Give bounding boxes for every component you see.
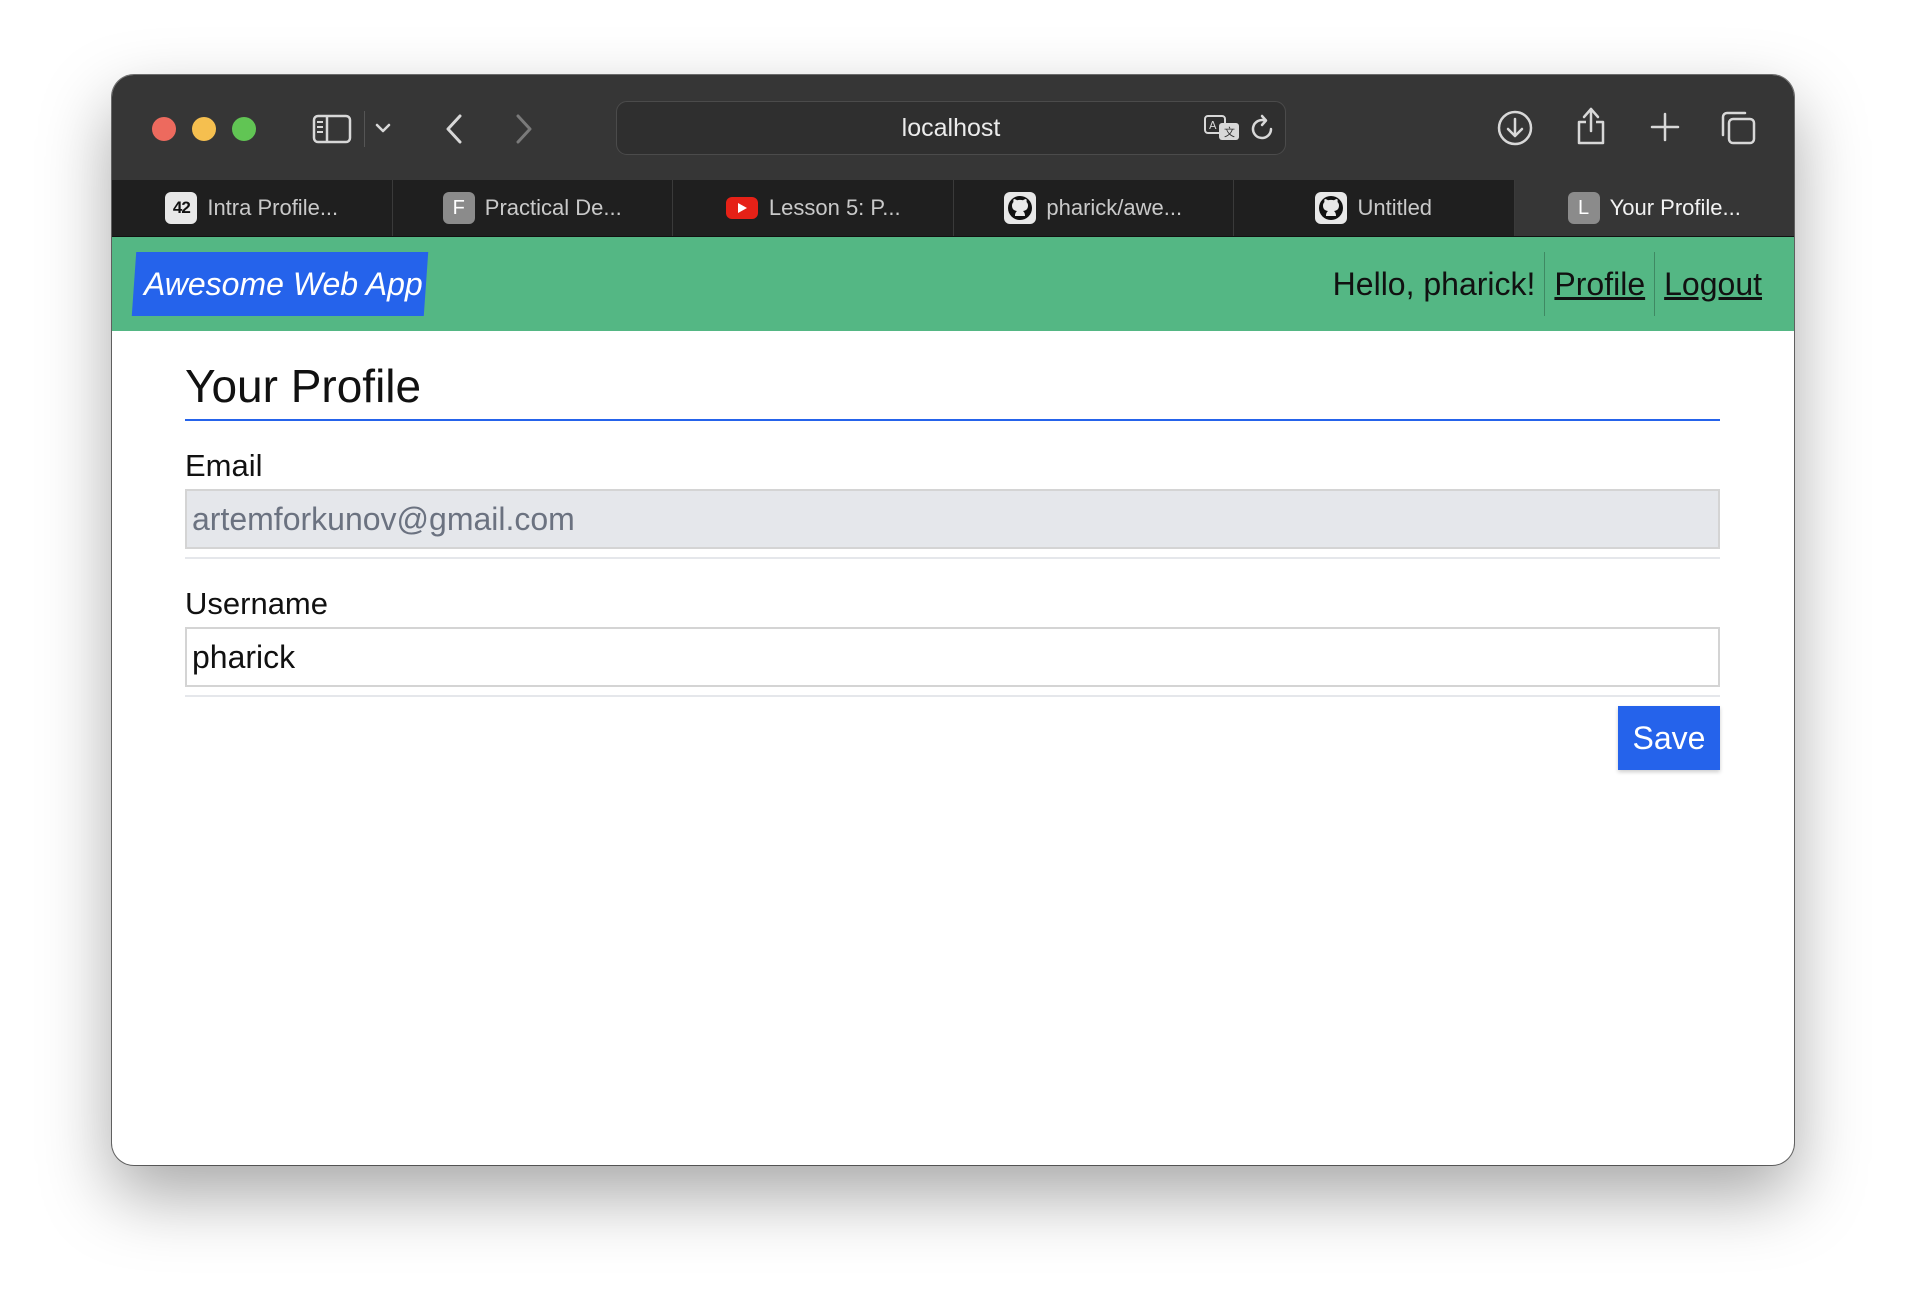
tab-label: pharick/awe... — [1046, 195, 1183, 220]
github-icon — [1315, 192, 1348, 224]
tab-label: Your Profile... — [1609, 195, 1741, 220]
greeting-text: Hello, pharick! — [1332, 265, 1536, 302]
translate-icon[interactable]: A文 — [1203, 114, 1243, 144]
download-icon[interactable] — [1496, 109, 1534, 147]
chevron-right-icon[interactable] — [512, 111, 536, 147]
sidebar-icon[interactable] — [312, 113, 352, 145]
github-icon — [1004, 192, 1037, 224]
tab-bar: 42 Intra Profile... F Practical De... Le… — [112, 180, 1794, 237]
address-bar[interactable]: localhost A文 — [616, 101, 1286, 155]
brand-text: Awesome Web App — [144, 266, 423, 302]
tab-your-profile[interactable]: L Your Profile... — [1514, 180, 1794, 236]
page-title: Your Profile — [185, 357, 1720, 421]
field-divider — [185, 557, 1720, 559]
app-navbar: Awesome Web App Hello, pharick! Profile … — [112, 237, 1794, 331]
letter-f-icon: F — [442, 192, 475, 224]
tab-overview-icon[interactable] — [1718, 109, 1758, 147]
tab-label: Untitled — [1357, 195, 1433, 220]
browser-window: localhost A文 42 Intra Profile... F Pract… — [112, 75, 1794, 1165]
close-window-button[interactable] — [152, 117, 176, 141]
url-text[interactable]: localhost — [617, 114, 1285, 143]
profile-link[interactable]: Profile — [1554, 266, 1645, 303]
zoom-window-button[interactable] — [232, 117, 256, 141]
tab-intra-profile[interactable]: 42 Intra Profile... — [112, 180, 393, 236]
tab-label: Lesson 5: P... — [768, 195, 901, 220]
nav-right: Hello, pharick! Profile Logout — [1333, 249, 1762, 319]
svg-text:A: A — [1209, 119, 1217, 132]
brand-logo[interactable]: Awesome Web App — [131, 252, 429, 316]
tab-label: Intra Profile... — [207, 195, 339, 220]
username-label: Username — [185, 586, 328, 621]
minimize-window-button[interactable] — [192, 117, 216, 141]
profile-form: Email Username Save — [185, 449, 1720, 777]
42-logo-icon: 42 — [165, 192, 198, 224]
main-content: Your Profile Email Username Save — [185, 331, 1720, 777]
nav-divider — [1654, 252, 1656, 316]
tab-practical-de[interactable]: F Practical De... — [393, 180, 673, 236]
tab-pharick-awe[interactable]: pharick/awe... — [954, 180, 1234, 236]
email-label: Email — [185, 448, 263, 483]
logout-link[interactable]: Logout — [1664, 266, 1762, 303]
reload-icon[interactable] — [1249, 114, 1277, 144]
youtube-icon — [725, 192, 759, 224]
username-field[interactable] — [185, 627, 1720, 687]
letter-l-icon: L — [1567, 192, 1600, 224]
share-icon[interactable] — [1574, 103, 1608, 147]
browser-toolbar: localhost A文 — [112, 75, 1794, 180]
tab-lesson-5[interactable]: Lesson 5: P... — [673, 180, 954, 236]
svg-text:文: 文 — [1224, 125, 1235, 139]
nav-divider — [1544, 252, 1546, 316]
chevron-down-icon[interactable] — [374, 119, 392, 137]
save-button[interactable]: Save — [1618, 706, 1720, 770]
tab-untitled[interactable]: Untitled — [1234, 180, 1515, 236]
tab-label: Practical De... — [484, 195, 622, 220]
chevron-left-icon[interactable] — [442, 111, 466, 147]
email-field — [185, 489, 1720, 549]
plus-icon[interactable] — [1647, 109, 1683, 145]
form-actions: Save — [185, 697, 1720, 777]
toolbar-divider — [364, 111, 365, 147]
